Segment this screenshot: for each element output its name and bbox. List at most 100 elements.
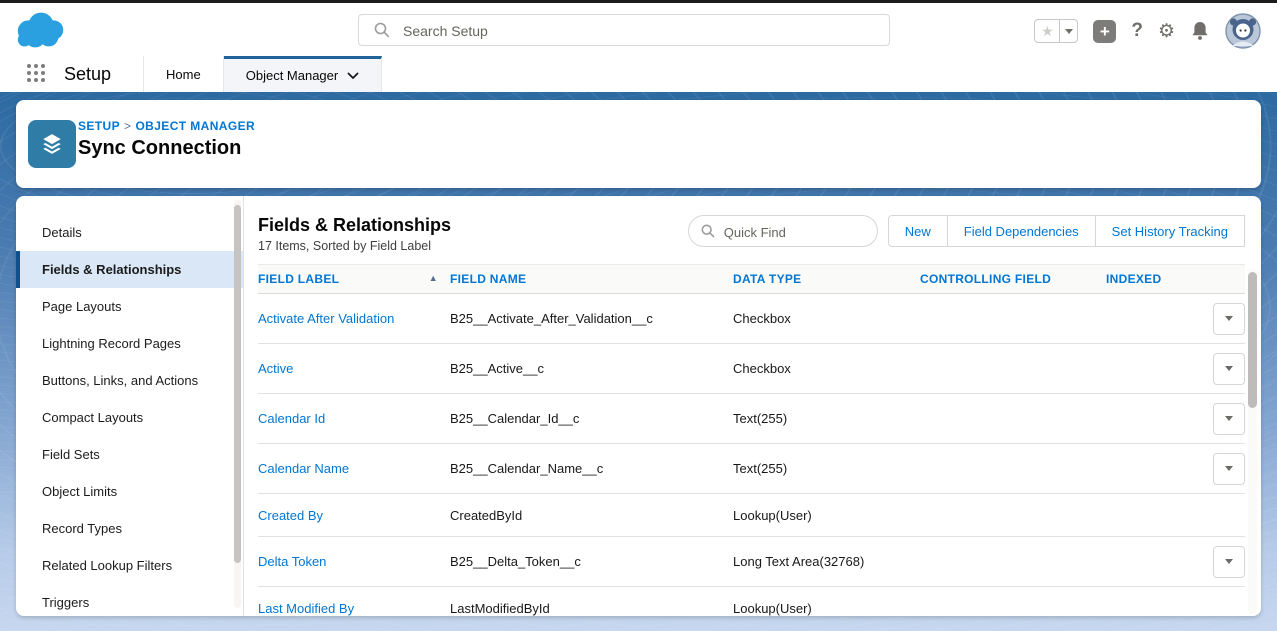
row-actions-dropdown-button[interactable]	[1213, 303, 1245, 335]
global-search	[358, 14, 890, 46]
data-type-cell: Long Text Area(32768)	[733, 554, 920, 569]
page-title: Sync Connection	[78, 137, 255, 160]
row-actions-dropdown-button[interactable]	[1213, 403, 1245, 435]
table-row: Created By CreatedById Lookup(User)	[258, 494, 1245, 537]
plus-icon: +	[1100, 23, 1110, 40]
caret-down-icon	[1225, 466, 1233, 471]
panel-item-count: 17 Items, Sorted by Field Label	[258, 239, 688, 253]
caret-down-icon	[1225, 416, 1233, 421]
field-name-cell: B25__Delta_Token__c	[450, 554, 733, 569]
global-actions-button[interactable]: +	[1093, 20, 1116, 43]
field-name-cell: B25__Active__c	[450, 361, 733, 376]
field-name-cell: B25__Calendar_Id__c	[450, 411, 733, 426]
quick-find	[688, 215, 878, 247]
chevron-down-icon	[347, 72, 359, 80]
breadcrumb-separator: >	[120, 119, 135, 133]
table-row: Delta Token B25__Delta_Token__c Long Tex…	[258, 537, 1245, 587]
sidebar-item-triggers[interactable]: Triggers	[16, 584, 243, 616]
star-icon: ★	[1041, 24, 1054, 38]
sidebar-item-related-lookup-filters[interactable]: Related Lookup Filters	[16, 547, 243, 584]
data-type-cell: Lookup(User)	[733, 601, 920, 616]
data-type-cell: Lookup(User)	[733, 508, 920, 523]
field-name-cell: B25__Calendar_Name__c	[450, 461, 733, 476]
user-avatar[interactable]	[1225, 13, 1261, 49]
panel-buttons: New Field Dependencies Set History Track…	[888, 215, 1245, 247]
sidebar-item-field-sets[interactable]: Field Sets	[16, 436, 243, 473]
table-row: Last Modified By LastModifiedById Lookup…	[258, 587, 1245, 616]
astro-avatar-image	[1225, 13, 1261, 49]
object-icon	[28, 120, 76, 168]
global-header: ★ + ? ⚙	[0, 3, 1277, 57]
button-set-history-tracking[interactable]: Set History Tracking	[1095, 215, 1245, 247]
favorites-control: ★	[1034, 19, 1078, 43]
field-name-cell: LastModifiedById	[450, 601, 733, 616]
sidebar-item-record-types[interactable]: Record Types	[16, 510, 243, 547]
favorites-star-button[interactable]: ★	[1034, 19, 1060, 43]
search-icon	[374, 22, 390, 38]
sidebar-item-buttons-links-and-actions[interactable]: Buttons, Links, and Actions	[16, 362, 243, 399]
field-label-link-calendar-name[interactable]: Calendar Name	[258, 461, 349, 476]
quick-find-input[interactable]	[722, 217, 874, 247]
help-button[interactable]: ?	[1131, 20, 1143, 42]
button-new[interactable]: New	[888, 215, 948, 247]
column-header-field-name[interactable]: FIELD NAME	[450, 272, 733, 286]
sort-ascending-icon: ▲	[429, 272, 438, 284]
content-card: Details Fields & Relationships Page Layo…	[16, 196, 1261, 616]
field-label-link-delta-token[interactable]: Delta Token	[258, 554, 326, 569]
field-label-link-created-by[interactable]: Created By	[258, 508, 323, 523]
page-header-card: SETUP>OBJECT MANAGER Sync Connection	[16, 100, 1261, 188]
sidebar-item-object-limits[interactable]: Object Limits	[16, 473, 243, 510]
column-header-indexed[interactable]: INDEXED	[1106, 272, 1176, 286]
row-actions-dropdown-button[interactable]	[1213, 453, 1245, 485]
table-row: Calendar Name B25__Calendar_Name__c Text…	[258, 444, 1245, 494]
button-field-dependencies[interactable]: Field Dependencies	[947, 215, 1096, 247]
layers-icon	[38, 130, 66, 158]
caret-down-icon	[1225, 366, 1233, 371]
app-launcher-waffle-icon[interactable]	[27, 64, 48, 85]
field-label-link-active[interactable]: Active	[258, 361, 293, 376]
data-type-cell: Checkbox	[733, 311, 920, 326]
header-icons: ★ + ? ⚙	[1034, 12, 1261, 50]
favorites-dropdown-button[interactable]	[1060, 19, 1078, 43]
column-header-controlling-field[interactable]: CONTROLLING FIELD	[920, 272, 1106, 286]
column-header-field-label[interactable]: FIELD LABEL ▲	[258, 272, 450, 286]
data-type-cell: Text(255)	[733, 461, 920, 476]
field-label-link-last-modified-by[interactable]: Last Modified By	[258, 601, 354, 616]
table-scrollbar[interactable]	[1248, 268, 1257, 614]
sidebar-scrollbar[interactable]	[234, 200, 241, 608]
panel-controls: Fields & Relationships 17 Items, Sorted …	[258, 214, 1245, 253]
nav-tab-object-manager[interactable]: Object Manager	[224, 56, 383, 92]
nav-tabs: Home Object Manager	[143, 56, 382, 92]
panel-title-block: Fields & Relationships 17 Items, Sorted …	[258, 214, 688, 253]
column-header-data-type[interactable]: DATA TYPE	[733, 272, 920, 286]
sidebar-item-page-layouts[interactable]: Page Layouts	[16, 288, 243, 325]
sidebar-item-details[interactable]: Details	[16, 214, 243, 251]
data-type-cell: Text(255)	[733, 411, 920, 426]
salesforce-logo	[12, 9, 70, 51]
salesforce-setup-window: ★ + ? ⚙	[0, 0, 1277, 631]
sidebar-item-compact-layouts[interactable]: Compact Layouts	[16, 399, 243, 436]
nav-tab-home[interactable]: Home	[144, 56, 224, 92]
sidebar-item-fields-relationships[interactable]: Fields & Relationships	[16, 251, 243, 288]
field-label-link-calendar-id[interactable]: Calendar Id	[258, 411, 325, 426]
sidebar-item-lightning-record-pages[interactable]: Lightning Record Pages	[16, 325, 243, 362]
row-actions-dropdown-button[interactable]	[1213, 353, 1245, 385]
sidebar-scrollbar-thumb[interactable]	[234, 205, 241, 563]
breadcrumb-object-manager-link[interactable]: OBJECT MANAGER	[135, 119, 255, 133]
search-setup-input[interactable]	[401, 15, 875, 47]
notifications-bell-button[interactable]	[1190, 20, 1210, 42]
panel-title: Fields & Relationships	[258, 214, 688, 236]
caret-down-icon	[1225, 316, 1233, 321]
row-actions-dropdown-button[interactable]	[1213, 546, 1245, 578]
setup-gear-button[interactable]: ⚙	[1158, 20, 1175, 43]
field-label-link-activate-after-validation[interactable]: Activate After Validation	[258, 311, 394, 326]
breadcrumb-setup-link[interactable]: SETUP	[78, 119, 120, 133]
table-scrollbar-thumb[interactable]	[1248, 272, 1257, 408]
gear-icon: ⚙	[1158, 21, 1175, 42]
table-row: Active B25__Active__c Checkbox	[258, 344, 1245, 394]
fields-panel: Fields & Relationships 17 Items, Sorted …	[244, 196, 1261, 616]
breadcrumb: SETUP>OBJECT MANAGER	[78, 119, 255, 133]
table-row: Activate After Validation B25__Activate_…	[258, 294, 1245, 344]
caret-down-icon	[1065, 29, 1073, 34]
field-name-cell: B25__Activate_After_Validation__c	[450, 311, 733, 326]
